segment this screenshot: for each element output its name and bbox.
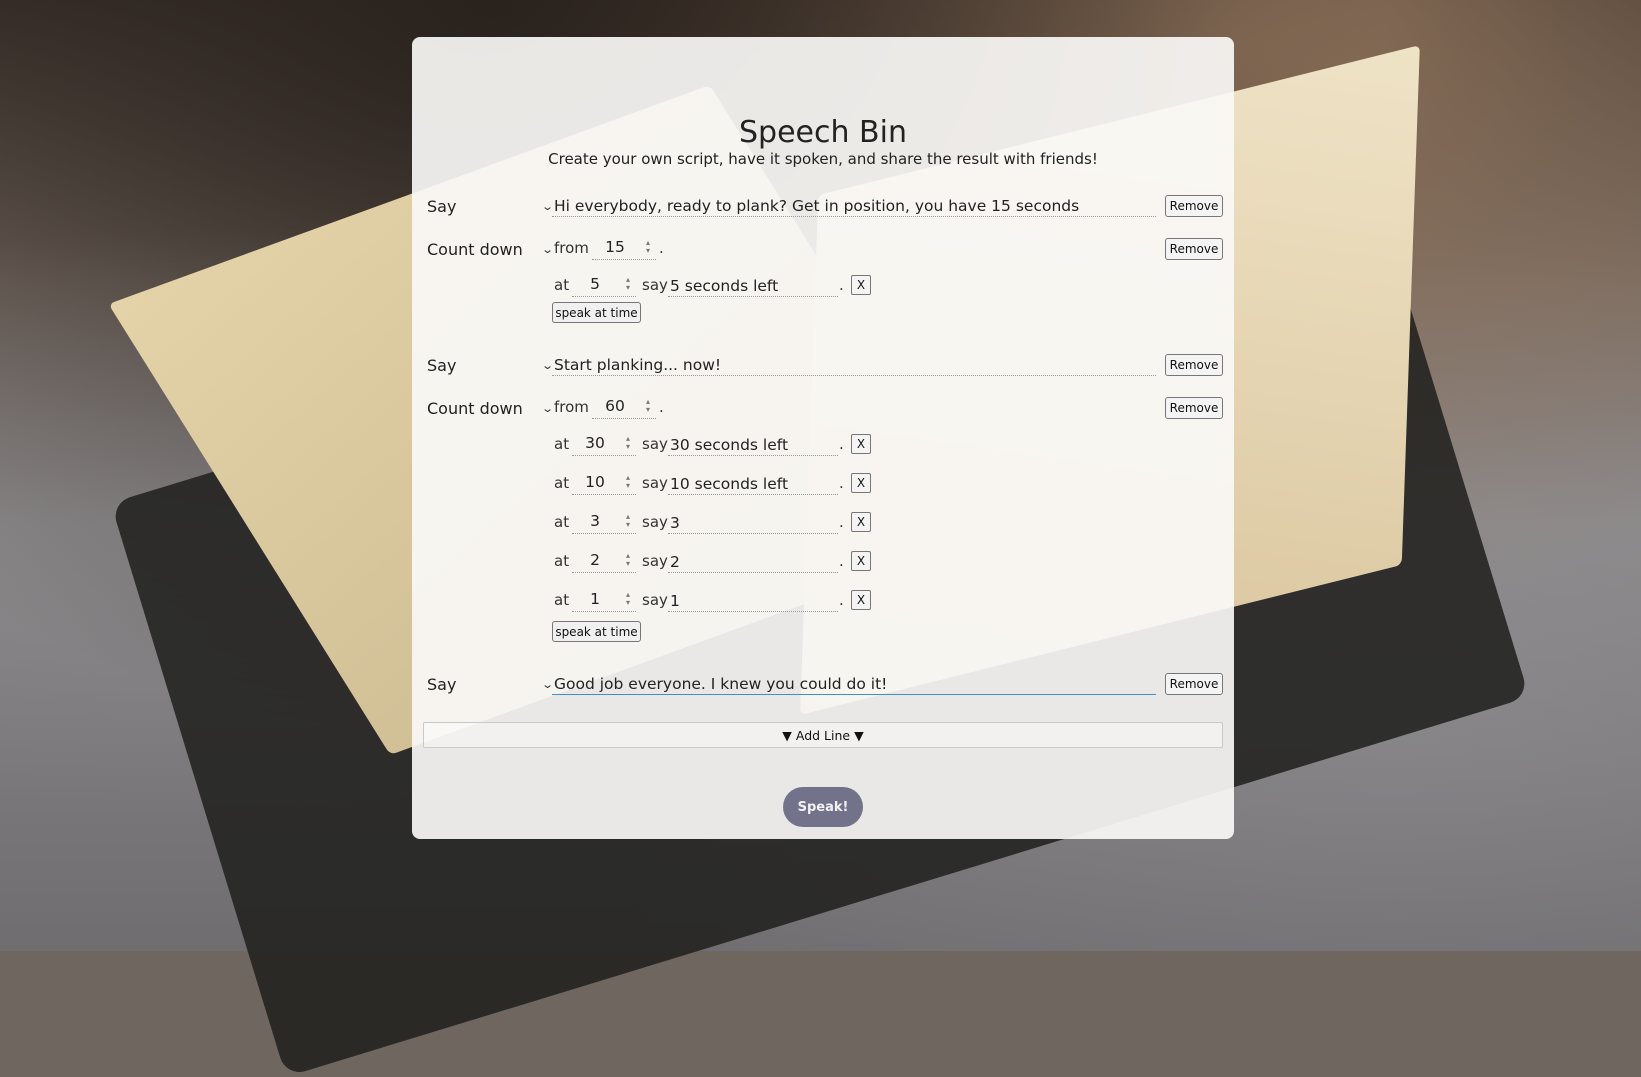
- cue-text-input[interactable]: [668, 434, 838, 456]
- cue-text-input[interactable]: [668, 512, 838, 534]
- period-label: .: [839, 552, 844, 570]
- remove-cue-button[interactable]: X: [851, 590, 871, 610]
- speak-button[interactable]: Speak!: [783, 787, 863, 827]
- say-label: say: [642, 435, 668, 453]
- say-label: say: [642, 276, 668, 294]
- at-label: at: [554, 435, 570, 453]
- remove-cue-button[interactable]: X: [851, 551, 871, 571]
- cue-time-input[interactable]: 5 ▴ ▾: [572, 275, 636, 297]
- line-type-select[interactable]: Count down ⌄: [427, 234, 554, 264]
- from-label: from: [554, 239, 589, 257]
- period-label: .: [839, 474, 844, 492]
- cue-time-value: 30: [585, 434, 605, 452]
- chevron-down-icon: ⌄: [540, 401, 554, 415]
- say-text-input[interactable]: [552, 195, 1156, 217]
- remove-line-button[interactable]: Remove: [1165, 354, 1223, 376]
- countdown-cue-row: at 5 ▴▾ say . X: [412, 271, 1234, 301]
- cue-time-value: 5: [590, 275, 600, 293]
- spinner-icon[interactable]: ▴ ▾: [622, 591, 634, 609]
- line-type-select[interactable]: Say ⌄: [427, 191, 554, 221]
- cue-text-input[interactable]: [668, 551, 838, 573]
- say-text-input[interactable]: [552, 354, 1156, 376]
- cue-text-input[interactable]: [668, 590, 838, 612]
- at-label: at: [554, 513, 570, 531]
- script-line-countdown: Count down ⌄ from 60 ▴ ▾ . Remove: [412, 393, 1234, 423]
- remove-line-button[interactable]: Remove: [1165, 673, 1223, 695]
- at-label: at: [554, 276, 570, 294]
- at-label: at: [554, 474, 570, 492]
- script-line-say: Say ⌄ Remove: [412, 669, 1234, 699]
- countdown-cue-row: at 1 ▴▾ say . X: [412, 586, 1234, 616]
- line-type-label: Say: [427, 674, 457, 694]
- cue-time-input[interactable]: 3 ▴ ▾: [572, 512, 636, 534]
- period-label: .: [839, 435, 844, 453]
- spinner-icon[interactable]: ▴ ▾: [622, 276, 634, 294]
- line-type-select[interactable]: Say ⌄: [427, 669, 554, 699]
- from-label: from: [554, 398, 589, 416]
- countdown-from-input[interactable]: 15 ▴ ▾: [592, 238, 656, 260]
- period-label: .: [659, 398, 664, 416]
- line-type-label: Count down: [427, 398, 523, 418]
- countdown-cue-row: at 10 ▴▾ say . X: [412, 469, 1234, 499]
- line-type-select[interactable]: Say ⌄: [427, 350, 554, 380]
- remove-cue-button[interactable]: X: [851, 434, 871, 454]
- remove-cue-button[interactable]: X: [851, 275, 871, 295]
- period-label: .: [839, 513, 844, 531]
- spinner-icon[interactable]: ▴ ▾: [622, 513, 634, 531]
- spinner-icon[interactable]: ▴ ▾: [642, 398, 654, 416]
- cue-time-input[interactable]: 10 ▴ ▾: [572, 473, 636, 495]
- speak-at-time-button[interactable]: speak at time: [552, 621, 641, 642]
- chevron-down-icon: ⌄: [540, 242, 554, 256]
- say-label: say: [642, 513, 668, 531]
- speak-at-time-button[interactable]: speak at time: [552, 302, 641, 323]
- remove-cue-button[interactable]: X: [851, 512, 871, 532]
- cue-time-value: 2: [590, 551, 600, 569]
- line-type-label: Count down: [427, 239, 523, 259]
- cue-time-value: 1: [590, 590, 600, 608]
- cue-time-input[interactable]: 30 ▴ ▾: [572, 434, 636, 456]
- add-line-button[interactable]: ▼ Add Line ▼: [423, 722, 1223, 748]
- at-label: at: [554, 591, 570, 609]
- spinner-icon[interactable]: ▴ ▾: [622, 474, 634, 492]
- spinner-icon[interactable]: ▴ ▾: [622, 435, 634, 453]
- say-label: say: [642, 591, 668, 609]
- say-label: say: [642, 474, 668, 492]
- script-line-say: Say ⌄ Remove: [412, 350, 1234, 380]
- page-subtitle: Create your own script, have it spoken, …: [548, 150, 1098, 168]
- remove-line-button[interactable]: Remove: [1165, 397, 1223, 419]
- spinner-icon[interactable]: ▴ ▾: [622, 552, 634, 570]
- script-line-countdown: Count down ⌄ from 15 ▴ ▾ . Remove: [412, 234, 1234, 264]
- say-label: say: [642, 552, 668, 570]
- remove-line-button[interactable]: Remove: [1165, 238, 1223, 260]
- countdown-cue-row: at 30 ▴▾ say . X: [412, 430, 1234, 460]
- cue-time-input[interactable]: 1 ▴ ▾: [572, 590, 636, 612]
- cue-text-input[interactable]: [668, 275, 838, 297]
- period-label: .: [839, 276, 844, 294]
- period-label: .: [839, 591, 844, 609]
- speech-bin-card: Speech Bin Create your own script, have …: [412, 37, 1234, 839]
- remove-line-button[interactable]: Remove: [1165, 195, 1223, 217]
- remove-cue-button[interactable]: X: [851, 473, 871, 493]
- say-text-input[interactable]: [552, 673, 1156, 695]
- line-type-label: Say: [427, 355, 457, 375]
- line-type-label: Say: [427, 196, 457, 216]
- period-label: .: [659, 239, 664, 257]
- cue-text-input[interactable]: [668, 473, 838, 495]
- line-type-select[interactable]: Count down ⌄: [427, 393, 554, 423]
- countdown-from-input[interactable]: 60 ▴ ▾: [592, 397, 656, 419]
- spinner-icon[interactable]: ▴ ▾: [642, 239, 654, 257]
- countdown-from-value: 15: [605, 238, 625, 256]
- cue-time-input[interactable]: 2 ▴ ▾: [572, 551, 636, 573]
- cue-time-value: 10: [585, 473, 605, 491]
- at-label: at: [554, 552, 570, 570]
- countdown-cue-row: at 3 ▴▾ say . X: [412, 508, 1234, 538]
- countdown-cue-row: at 2 ▴▾ say . X: [412, 547, 1234, 577]
- page-title: Speech Bin: [739, 115, 907, 150]
- countdown-from-value: 60: [605, 397, 625, 415]
- script-line-say: Say ⌄ Remove: [412, 191, 1234, 221]
- cue-time-value: 3: [590, 512, 600, 530]
